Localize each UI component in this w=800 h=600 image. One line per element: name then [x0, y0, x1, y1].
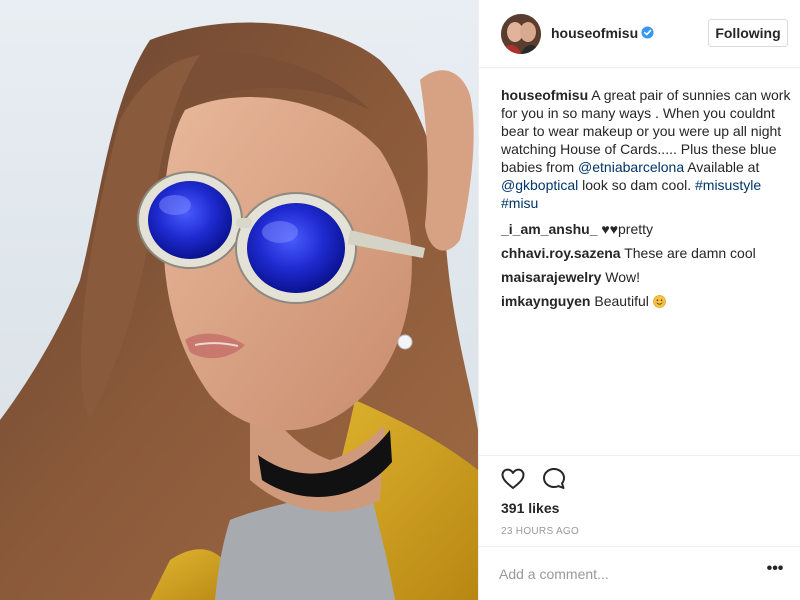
comment-item: _i_am_anshu_ ♥♥pretty: [501, 220, 791, 238]
mention-link[interactable]: @gkboptical: [501, 177, 578, 193]
comment-username[interactable]: _i_am_anshu_: [501, 221, 598, 237]
post-side-panel: houseofmisu Following houseofmisu A grea…: [478, 0, 800, 600]
heart-icon[interactable]: [500, 466, 526, 492]
comment-username[interactable]: imkaynguyen: [501, 293, 590, 309]
comment-username[interactable]: chhavi.roy.sazena: [501, 245, 621, 261]
likes-count[interactable]: 391 likes: [501, 500, 559, 516]
comment-item: maisarajewelry Wow!: [501, 268, 791, 286]
smiling-face-emoji: [652, 295, 666, 308]
post-timestamp[interactable]: 23 HOURS AGO: [501, 526, 579, 537]
comment-item: chhavi.roy.sazena These are damn cool: [501, 244, 791, 262]
post-image: [0, 22, 478, 600]
hashtag-link[interactable]: #misu: [501, 195, 538, 211]
comment-item: imkaynguyen Beautiful: [501, 292, 791, 310]
following-button[interactable]: Following: [708, 19, 788, 47]
caption-username[interactable]: houseofmisu: [501, 87, 588, 103]
add-comment-input[interactable]: [499, 563, 749, 585]
comment-username[interactable]: maisarajewelry: [501, 269, 601, 285]
mention-link[interactable]: @etniabarcelona: [578, 159, 684, 175]
comment-bar: •••: [479, 546, 800, 600]
hashtag-link[interactable]: #misustyle: [695, 177, 761, 193]
author-username[interactable]: houseofmisu: [551, 25, 638, 41]
post-header: houseofmisu Following: [479, 0, 800, 68]
comment-text: These are damn cool: [620, 245, 756, 261]
more-options-icon[interactable]: •••: [765, 561, 785, 581]
comment-text: ♥♥pretty: [597, 221, 654, 237]
comment-text: Beautiful: [590, 293, 653, 309]
avatar[interactable]: [501, 14, 541, 54]
comments-list: houseofmisu A great pair of sunnies can …: [501, 86, 791, 316]
post-photo[interactable]: [0, 0, 478, 600]
actions-divider: [479, 455, 800, 456]
comment-text: Wow!: [601, 269, 641, 285]
speech-bubble-icon[interactable]: [541, 466, 567, 492]
verified-badge-icon: [641, 26, 654, 39]
post-caption: houseofmisu A great pair of sunnies can …: [501, 87, 791, 211]
